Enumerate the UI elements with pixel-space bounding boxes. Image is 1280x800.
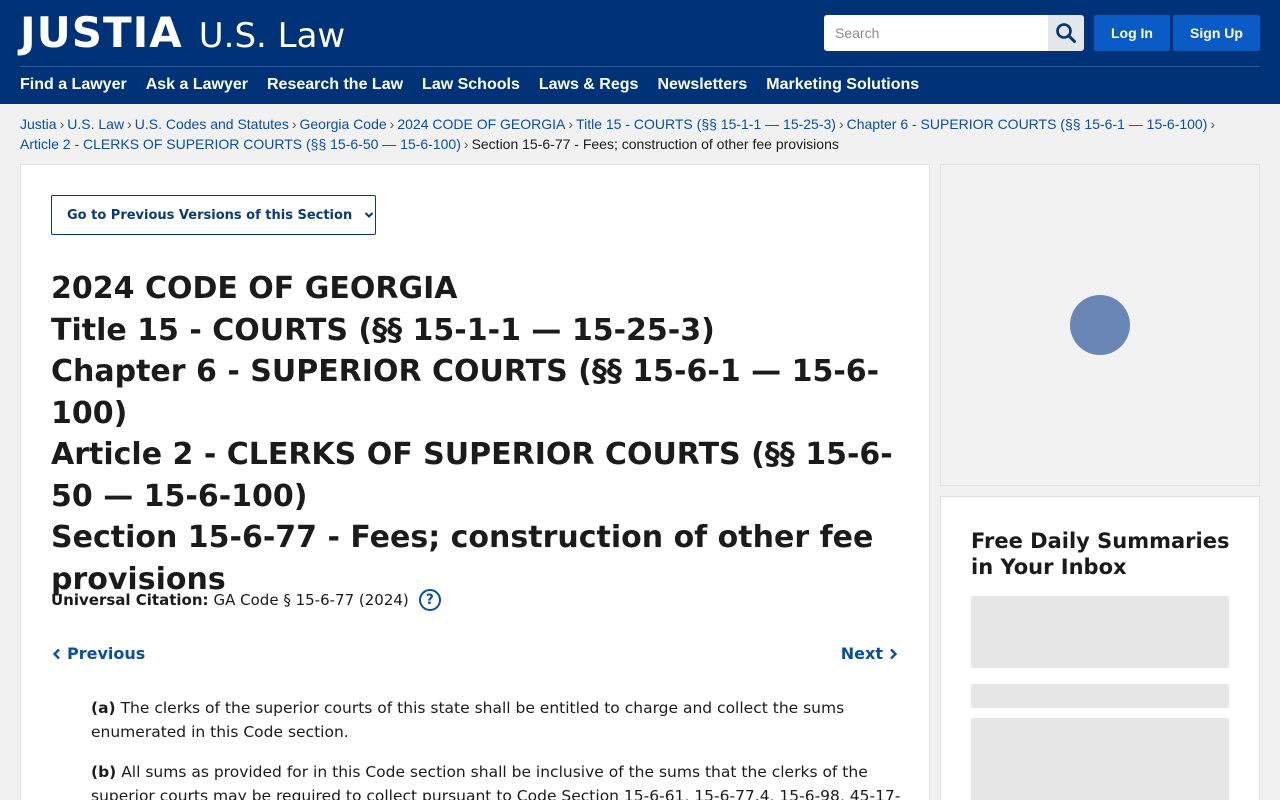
nav-newsletters[interactable]: Newsletters	[657, 74, 747, 96]
previous-link[interactable]: Previous	[51, 643, 145, 665]
loading-placeholder	[971, 596, 1229, 668]
statute-paragraph: (a) The clerks of the superior courts of…	[91, 696, 903, 744]
breadcrumb-link[interactable]: Georgia Code	[300, 116, 387, 132]
main-nav: Find a Lawyer Ask a Lawyer Research the …	[20, 74, 938, 96]
header-divider	[20, 66, 1260, 67]
breadcrumb-separator: ›	[1210, 116, 1216, 132]
justia-logo[interactable]: JUSTIA U.S. Law	[20, 8, 346, 57]
loading-placeholder	[971, 684, 1229, 708]
main-content: Go to Previous Versions of this Section …	[20, 164, 930, 800]
breadcrumb-separator: ›	[838, 116, 844, 132]
nav-laws-and-regs[interactable]: Laws & Regs	[539, 74, 639, 96]
loading-spinner	[1070, 295, 1130, 355]
breadcrumb-separator: ›	[568, 116, 574, 132]
loading-placeholder	[971, 718, 1229, 800]
breadcrumb-separator: ›	[291, 116, 297, 132]
chevron-down-icon	[364, 211, 374, 219]
newsletter-title: Free Daily Summaries in Your Inbox	[971, 529, 1230, 579]
statute-paragraph: (b) All sums as provided for in this Cod…	[91, 760, 903, 800]
newsletter-signup: Free Daily Summaries in Your Inbox	[940, 496, 1260, 800]
article-heading: Article 2 - CLERKS OF SUPERIOR COURTS (§…	[51, 437, 893, 514]
breadcrumb-link[interactable]: Title 15 - COURTS (§§ 15-1-1 — 15-25-3)	[576, 116, 836, 132]
chevron-left-icon	[52, 648, 60, 660]
paragraph-text: The clerks of the superior courts of thi…	[91, 699, 845, 741]
paragraph-text: All sums as provided for in this Code se…	[91, 763, 901, 800]
citation-label: Universal Citation:	[51, 591, 209, 609]
previous-versions-label: Go to Previous Versions of this Section	[67, 207, 353, 223]
breadcrumb-separator: ›	[463, 136, 469, 152]
logo-subtitle: U.S. Law	[198, 16, 346, 56]
chevron-right-icon	[890, 648, 898, 660]
breadcrumb: Justia › U.S. Law › U.S. Codes and Statutes ›…	[20, 114, 1260, 154]
breadcrumb-link[interactable]: 2024 CODE OF GEORGIA	[397, 116, 565, 132]
next-link[interactable]: Next	[841, 643, 899, 665]
paragraph-label: (b)	[91, 763, 117, 781]
nav-research-the-law[interactable]: Research the Law	[267, 74, 403, 96]
nav-law-schools[interactable]: Law Schools	[422, 74, 520, 96]
code-title: 2024 CODE OF GEORGIA	[51, 271, 458, 306]
login-button[interactable]: Log In	[1094, 15, 1170, 51]
previous-label: Previous	[67, 644, 146, 663]
page-title: 2024 CODE OF GEORGIA Title 15 - COURTS (…	[51, 268, 901, 600]
site-header: JUSTIA U.S. Law Log In Sign Up Find a La…	[0, 0, 1280, 104]
search-button[interactable]	[1048, 15, 1084, 51]
next-label: Next	[840, 644, 883, 663]
breadcrumb-link[interactable]: U.S. Codes and Statutes	[135, 116, 289, 132]
nav-ask-a-lawyer[interactable]: Ask a Lawyer	[146, 74, 248, 96]
title-heading: Title 15 - COURTS (§§ 15-1-1 — 15-25-3)	[51, 312, 715, 348]
previous-versions-button[interactable]: Go to Previous Versions of this Section	[51, 195, 376, 235]
signup-button[interactable]: Sign Up	[1173, 15, 1260, 51]
breadcrumb-separator: ›	[127, 116, 132, 132]
citation-value: GA Code § 15-6-77 (2024)	[213, 591, 409, 609]
search-input[interactable]	[824, 15, 1048, 51]
search-bar	[824, 15, 1084, 51]
chapter-heading: Chapter 6 - SUPERIOR COURTS (§§ 15-6-1 —…	[51, 354, 880, 431]
universal-citation: Universal Citation: GA Code § 15-6-77 (2…	[51, 588, 441, 612]
paragraph-label: (a)	[91, 699, 116, 717]
help-icon[interactable]: ?	[418, 589, 441, 611]
breadcrumb-separator: ›	[59, 116, 65, 132]
breadcrumb-link[interactable]: U.S. Law	[67, 116, 124, 132]
nav-find-a-lawyer[interactable]: Find a Lawyer	[20, 74, 127, 96]
breadcrumb-link[interactable]: Chapter 6 - SUPERIOR COURTS (§§ 15-6-1 —…	[847, 116, 1208, 132]
breadcrumb-separator: ›	[389, 116, 395, 132]
breadcrumb-link[interactable]: Article 2 - CLERKS OF SUPERIOR COURTS (§…	[20, 136, 461, 152]
logo-wordmark: JUSTIA	[20, 8, 183, 57]
breadcrumb-link[interactable]: Justia	[20, 116, 57, 132]
ad-placeholder	[940, 164, 1260, 486]
nav-marketing-solutions[interactable]: Marketing Solutions	[766, 74, 919, 96]
search-icon	[1056, 23, 1076, 43]
breadcrumb-current: Section 15-6-77 - Fees; construction of …	[471, 136, 839, 152]
